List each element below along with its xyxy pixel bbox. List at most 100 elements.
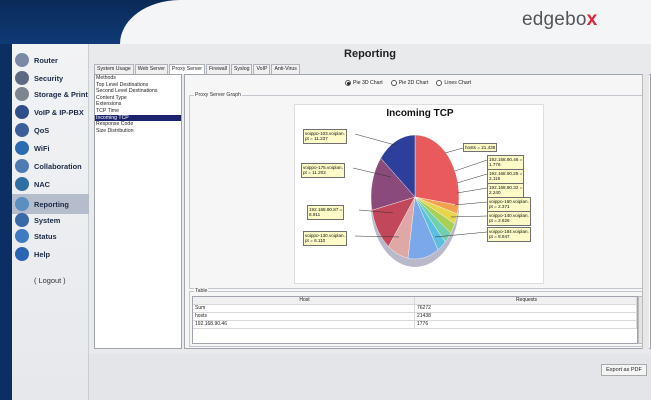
tab-proxy-server[interactable]: Proxy Server: [169, 64, 206, 74]
report-tabs: System Usage Web Server Proxy Server Firewa…: [94, 64, 301, 74]
sidebar-item-nac[interactable]: NAC: [12, 174, 89, 194]
table-group-label: Table: [194, 288, 209, 294]
sidebar-item-router[interactable]: Router: [12, 50, 89, 70]
table-cell: Sum: [193, 305, 415, 312]
export-pdf-button[interactable]: Export as PDF: [601, 364, 647, 376]
sidebar-item-qos[interactable]: QoS: [12, 120, 89, 140]
pie-callout-label: voippo-140.voiplan. pt = 2.626: [487, 211, 531, 226]
tab-system-usage[interactable]: System Usage: [94, 64, 134, 74]
sidebar-item-label: Router: [34, 55, 58, 65]
content-scrollbar[interactable]: [642, 74, 649, 349]
pie-callout-label: voippo-184.voiplan. pt = 8.947: [487, 227, 531, 242]
sidebar-item-label: VoIP & IP-PBX: [34, 107, 84, 117]
list-item[interactable]: Second Level Destinations: [95, 88, 181, 95]
sidebar-item-collaboration[interactable]: Collaboration: [12, 156, 89, 176]
sidebar-item-voip-ip-pbx[interactable]: VoIP & IP-PBX: [12, 102, 89, 122]
storage-icon: [15, 87, 29, 101]
table-cell: 1776: [415, 321, 637, 328]
collaboration-icon: [15, 159, 29, 173]
logo-accent: x: [586, 9, 598, 30]
tab-voip[interactable]: VoIP: [253, 64, 271, 74]
status-icon: [15, 229, 29, 243]
list-item[interactable]: Size Distribution: [95, 128, 181, 135]
radio-label: Pie 2D Chart: [398, 80, 429, 86]
tab-anti-virus[interactable]: Anti-Virus: [271, 64, 300, 74]
system-icon: [15, 213, 29, 227]
sidebar-item-label: WiFi: [34, 143, 50, 153]
radio-lines-chart[interactable]: Lines Chart: [436, 80, 471, 86]
sidebar-item-label: Status: [34, 231, 57, 241]
table-cell: hosts: [193, 313, 415, 320]
radio-label: Pie 3D Chart: [353, 80, 383, 86]
table-row[interactable]: 192.168.90.46 1776: [193, 321, 637, 329]
table-row[interactable]: hosts 21438: [193, 313, 637, 321]
tab-web-server[interactable]: Web Server: [134, 64, 169, 74]
sidebar-item-label: Reporting: [34, 199, 69, 209]
list-item[interactable]: Methods: [95, 75, 181, 82]
radio-circle-icon: [390, 80, 397, 86]
logout-link[interactable]: ( Logout ): [34, 276, 66, 285]
reporting-icon: [15, 197, 29, 211]
sidebar-item-label: NAC: [34, 179, 51, 189]
edgebox-logo: edgebox: [522, 9, 597, 31]
pie-callout-label: voippo-130.voiplan. pt = 6.110: [303, 231, 347, 246]
table-cell: 21438: [415, 313, 637, 320]
callout-leader-line: [454, 159, 488, 172]
sidebar-item-label: Collaboration: [34, 161, 82, 171]
sidebar-item-status[interactable]: Status: [12, 226, 89, 246]
sidebar-item-wifi[interactable]: WiFi: [12, 138, 89, 158]
pie-callout-label: 192.168.90.87 = 8.911: [307, 205, 345, 220]
pie-callout-label: 192.168.90.25 = 2.115: [487, 169, 525, 184]
tab-syslog[interactable]: Syslog: [230, 64, 253, 74]
table-header-row: Host Requests: [193, 297, 637, 305]
radio-circle-icon: [345, 80, 351, 86]
list-item[interactable]: Response Code: [95, 121, 181, 128]
security-icon: [15, 71, 29, 85]
graph-group-label: Proxy Server Graph: [194, 92, 242, 98]
sidebar-item-help[interactable]: Help: [12, 244, 89, 264]
qos-icon: [15, 123, 29, 137]
nac-icon: [15, 177, 29, 191]
list-item[interactable]: Top Level Destinations: [95, 82, 181, 89]
table-cell: 76272: [415, 305, 637, 312]
table-header-cell[interactable]: Host: [193, 297, 415, 304]
pie-callout-label: voippo-103.voiplan. pt = 11.237: [303, 129, 347, 144]
chart-type-radios: Pie 3D Chart Pie 2D Chart Lines Chart: [345, 80, 479, 86]
callout-leader-line: [456, 173, 488, 184]
list-item[interactable]: Content Type: [95, 95, 181, 102]
table-header-cell[interactable]: Requests: [415, 297, 637, 304]
tab-firewall[interactable]: Firewall: [206, 64, 230, 74]
pie-callout-label: 192.168.90.32 = 2.240: [487, 183, 525, 198]
sidebar: Router Security Storage & Print VoIP & IP-P…: [12, 44, 89, 400]
report-content: Pie 3D Chart Pie 2D Chart Lines Chart Prox…: [184, 74, 651, 349]
callout-leader-line: [354, 133, 396, 146]
router-icon: [15, 53, 29, 67]
logo-text: edgebo: [522, 9, 587, 30]
radio-pie-3d-chart[interactable]: Pie 3D Chart: [345, 80, 383, 86]
sidebar-item-storage-print[interactable]: Storage & Print: [12, 84, 89, 104]
page-title: Reporting: [344, 48, 396, 60]
sidebar-item-label: QoS: [34, 125, 50, 135]
pie-callout-label: voippo-160.voiplan. pt = 2.371: [487, 197, 531, 212]
pie-callout-label: hosts = 21.438: [463, 143, 498, 153]
footer-bar: [89, 354, 651, 400]
sidebar-item-label: System: [34, 215, 61, 225]
main-panel: Reporting System Usage Web Server Proxy Se…: [89, 44, 651, 400]
sidebar-item-label: Security: [34, 73, 64, 83]
pie-chart-container: Incoming TCP voippo-103.voiplan. pt = 11…: [294, 104, 544, 284]
callout-leader-line: [444, 147, 464, 154]
radio-pie-2d-chart[interactable]: Pie 2D Chart: [390, 80, 429, 86]
table-cell: 192.168.90.46: [193, 321, 415, 328]
pie-callout-label: voippo-175.voiplan. pt = 11.202: [301, 163, 345, 178]
list-item[interactable]: Extensions: [95, 101, 181, 108]
help-icon: [15, 247, 29, 261]
radio-label: Lines Chart: [444, 80, 471, 86]
list-item[interactable]: Incoming TCP: [95, 114, 181, 122]
wifi-icon: [15, 141, 29, 155]
table-row[interactable]: Sum 76272: [193, 305, 637, 313]
pie-callout-label: 192.168.90.46 = 1.776: [487, 155, 525, 170]
header-bar: edgebox: [0, 0, 651, 44]
pie-slice[interactable]: [414, 134, 460, 206]
sidebar-item-label: Storage & Print: [34, 89, 88, 99]
list-item[interactable]: TCP Time: [95, 108, 181, 115]
